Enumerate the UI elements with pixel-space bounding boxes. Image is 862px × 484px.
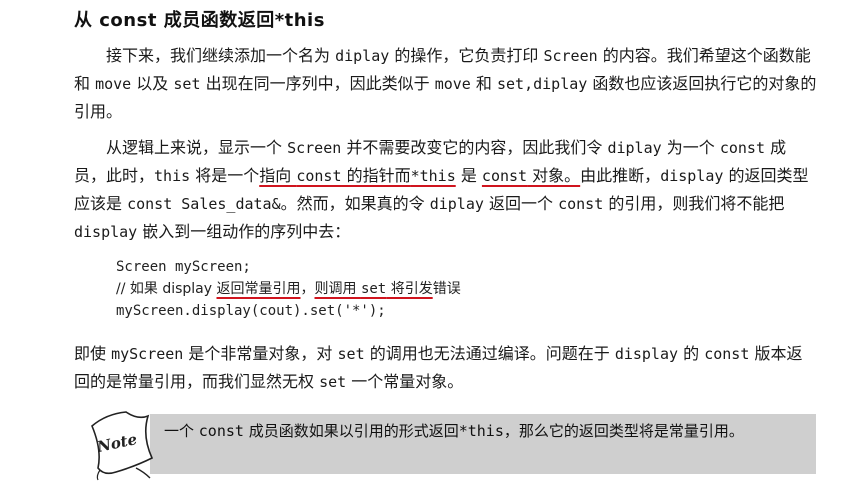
text-run: 的 <box>678 344 705 363</box>
section-heading: 从 const 成员函数返回*this <box>74 10 325 31</box>
text-run: 的操作，它负责打印 <box>389 46 544 65</box>
code-term: move <box>434 75 471 93</box>
code-term: display <box>74 223 138 241</box>
text-run: 的调用也无法通过编译。问题在于 <box>364 344 615 363</box>
code-line-1: Screen myScreen; <box>116 259 251 275</box>
code-term: this <box>154 167 191 185</box>
code-term: diplay <box>607 139 662 157</box>
code-term: move <box>95 75 132 93</box>
code-term: Screen <box>287 139 342 157</box>
code-line-2: // 如果 display 返回常量引用，则调用 set 将引发错误 <box>116 278 816 300</box>
underlined-comment-set-error: 则调用 set 将引发 <box>315 281 433 297</box>
code-comment: 则调用 <box>314 281 361 297</box>
code-line-3: myScreen.display(cout).set('*'); <box>116 303 386 319</box>
code-term: myScreen <box>111 345 184 363</box>
text-run: 出现在同一序列中，因此类似于 <box>200 74 435 93</box>
text-run: 即使 <box>74 344 112 363</box>
note-box: 一个 const 成员函数如果以引用的形式返回*this，那么它的返回类型将是常… <box>150 414 816 474</box>
code-term: const <box>481 167 528 185</box>
text-run: 以及 <box>131 74 174 93</box>
text-run: 是个非常量对象，对 <box>183 344 338 363</box>
code-term: const <box>296 167 342 185</box>
code-term: Screen <box>543 47 598 65</box>
code-comment: // 如果 display <box>116 281 217 297</box>
text-run: 一个 <box>164 422 199 440</box>
text-run: 从逻辑上来说，显示一个 <box>106 138 288 157</box>
code-term: const <box>198 422 244 440</box>
code-term: diplay <box>429 195 484 213</box>
code-term: set,diplay <box>497 75 588 93</box>
underlined-phrase-pointer-to-const: 指向 const 的指针而 <box>259 166 410 185</box>
code-term: const <box>558 195 604 213</box>
code-term: *this <box>458 422 504 440</box>
text-run: 的引用，则我们将不能把 <box>603 194 785 213</box>
code-term: set <box>319 373 347 391</box>
code-comment: 错误 <box>432 281 461 297</box>
text-run: 一个常量对象。 <box>346 372 464 391</box>
code-term: set <box>360 281 387 297</box>
code-term: const Sales_data& <box>127 195 281 213</box>
text-run: 是 <box>455 166 482 185</box>
code-term: const <box>704 345 750 363</box>
text-run: 并不需要改变它的内容，因此我们令 <box>341 138 608 157</box>
text-run: 的指针而 <box>341 166 411 185</box>
code-term: display <box>660 167 724 185</box>
text-run: ，那么它的返回类型将是常量引用。 <box>503 422 744 440</box>
paragraph-const-reasoning: 从逻辑上来说，显示一个 Screen 并不需要改变它的内容，因此我们令 dipl… <box>74 134 818 246</box>
text-run: 由此推断， <box>580 166 661 185</box>
code-comment: ， <box>300 281 315 297</box>
text-run: 指向 <box>259 166 297 185</box>
text-run: 成员函数如果以引用的形式返回 <box>243 422 459 440</box>
text-run: 接下来，我们继续添加一个名为 <box>106 46 336 65</box>
paragraph-display-intro: 接下来，我们继续添加一个名为 diplay 的操作，它负责打印 Screen 的… <box>74 42 818 126</box>
text-run: 对象。 <box>527 166 581 185</box>
underlined-phrase-const-object: const 对象。 <box>482 166 580 185</box>
text-run: 和 <box>470 74 497 93</box>
note-text: 一个 const 成员函数如果以引用的形式返回*this，那么它的返回类型将是常… <box>164 418 804 444</box>
code-term: const <box>719 139 765 157</box>
text-run: 将是一个 <box>190 166 260 185</box>
text-run: 返回一个 <box>483 194 559 213</box>
code-block: Screen myScreen; // 如果 display 返回常量引用，则调… <box>116 256 816 322</box>
code-comment: 将引发 <box>386 281 433 297</box>
code-term: set <box>173 75 201 93</box>
paragraph-compile-error: 即使 myScreen 是个非常量对象，对 set 的调用也无法通过编译。问题在… <box>74 340 818 396</box>
code-term: diplay <box>335 47 390 65</box>
text-run: 。然而，如果真的令 <box>280 194 430 213</box>
underlined-comment-return-const-ref: 返回常量引用 <box>216 281 301 297</box>
underlined-code-this: *this <box>410 167 456 185</box>
text-run: 嵌入到一组动作的序列中去： <box>137 222 351 241</box>
code-term: display <box>614 345 679 363</box>
code-term: set <box>337 345 365 363</box>
text-run: 为一个 <box>661 138 720 157</box>
